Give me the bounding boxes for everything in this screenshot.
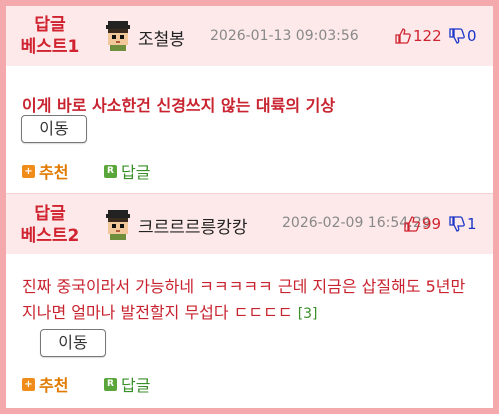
reply-label: 답글 bbox=[121, 163, 151, 182]
reply-text: 진짜 중국이라서 가능하네 ㅋㅋㅋㅋㅋ 근데 지금은 삽질해도 5년만 지나면 … bbox=[22, 274, 482, 327]
recommend-label: 추천 bbox=[39, 376, 69, 395]
post-header: 답글 베스트1 조철봉 2026-01-13 09:03:56 122 0 bbox=[6, 6, 493, 66]
recommend-button[interactable]: + 추천 bbox=[22, 372, 68, 396]
badge-line2: 베스트2 bbox=[20, 226, 80, 246]
best-reply-1: 답글 베스트1 조철봉 2026-01-13 09:03:56 122 0 이게… bbox=[6, 6, 493, 194]
dislike-count: 0 bbox=[467, 27, 477, 45]
recommend-button[interactable]: + 추천 bbox=[22, 159, 68, 183]
like-count: 99 bbox=[422, 215, 442, 233]
reply-body: 진짜 중국이라서 가능하네 ㅋㅋㅋㅋㅋ 근데 지금은 삽질해도 5년만 지나면 … bbox=[22, 277, 466, 322]
post-header: 답글 베스트2 크르르르릉캉캉 2026-02-09 16:54:29 99 1 bbox=[6, 194, 493, 254]
r-icon: R bbox=[104, 377, 117, 391]
avatar[interactable] bbox=[102, 19, 134, 51]
best-reply-2: 답글 베스트2 크르르르릉캉캉 2026-02-09 16:54:29 99 1 bbox=[6, 194, 493, 408]
avatar[interactable] bbox=[102, 208, 134, 240]
r-icon: R bbox=[104, 164, 117, 178]
like-count: 122 bbox=[413, 27, 442, 45]
plus-icon: + bbox=[22, 377, 35, 391]
move-button[interactable]: 이동 bbox=[21, 115, 87, 143]
like-button[interactable]: 122 bbox=[395, 27, 442, 45]
best-badge: 답글 베스트2 bbox=[6, 203, 94, 247]
reply-button[interactable]: R 답글 bbox=[104, 372, 150, 396]
recommend-label: 추천 bbox=[39, 163, 69, 182]
badge-line2: 베스트1 bbox=[20, 37, 80, 57]
move-button[interactable]: 이동 bbox=[40, 329, 106, 357]
nickname[interactable]: 조철봉 bbox=[138, 25, 185, 50]
thumbs-up-icon bbox=[395, 28, 411, 44]
nickname[interactable]: 크르르르릉캉캉 bbox=[138, 213, 247, 238]
reply-label: 답글 bbox=[121, 376, 151, 395]
reply-count[interactable]: [3] bbox=[298, 306, 318, 322]
thumbs-down-icon bbox=[449, 28, 465, 44]
like-button[interactable]: 99 bbox=[404, 215, 441, 233]
best-badge: 답글 베스트1 bbox=[6, 14, 94, 58]
reply-text: 이게 바로 사소한건 신경쓰지 않는 대륙의 기상 bbox=[22, 96, 336, 115]
dislike-count: 1 bbox=[467, 215, 477, 233]
reply-button[interactable]: R 답글 bbox=[104, 159, 150, 183]
thumbs-down-icon bbox=[449, 216, 465, 232]
plus-icon: + bbox=[22, 164, 35, 178]
badge-line1: 답글 bbox=[34, 204, 66, 224]
thumbs-up-icon bbox=[404, 216, 420, 232]
badge-line1: 답글 bbox=[34, 15, 66, 35]
dislike-button[interactable]: 0 bbox=[449, 27, 477, 45]
dislike-button[interactable]: 1 bbox=[449, 215, 477, 233]
timestamp: 2026-01-13 09:03:56 bbox=[210, 28, 359, 44]
